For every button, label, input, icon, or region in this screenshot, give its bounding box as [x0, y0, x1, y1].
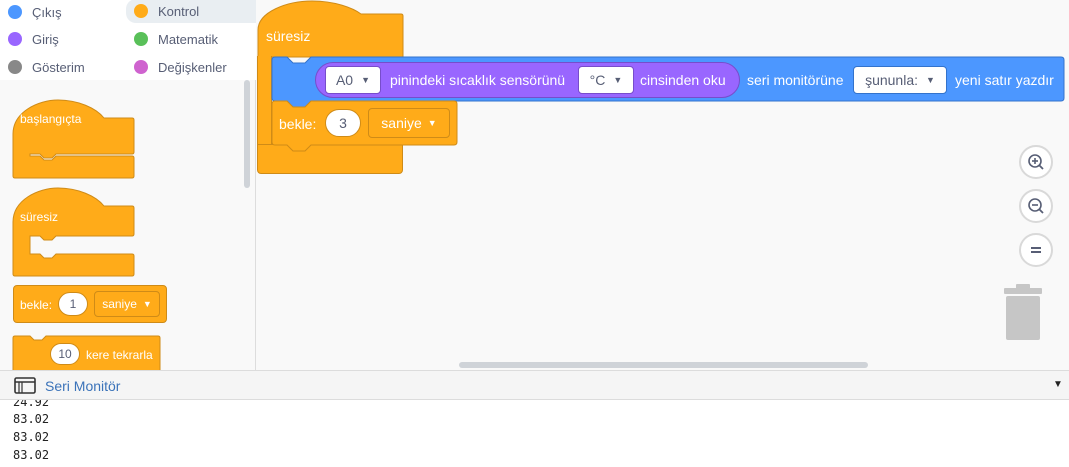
- block-flyout: başlangıçta süresiz bekle: 1 saniye ▼ 10…: [0, 80, 256, 370]
- wait-unit-value: saniye: [102, 297, 137, 311]
- chevron-down-icon: ▼: [613, 75, 623, 85]
- workspace-wait-label: bekle:: [279, 116, 317, 132]
- serial-monitor-title: Seri Monitör: [45, 378, 121, 394]
- wait-block-label: bekle:: [20, 298, 53, 312]
- zoom-reset-button[interactable]: [1019, 233, 1053, 267]
- serial-output-line: 83.02: [13, 448, 50, 462]
- zoom-in-icon: [1028, 154, 1044, 170]
- workspace-wait-seconds-value: 3: [339, 115, 347, 131]
- start-block-label: başlangıçta: [20, 112, 82, 126]
- category-display-dot-icon: [8, 60, 22, 74]
- unit-dropdown[interactable]: °C ▼: [578, 66, 634, 94]
- pin-value: A0: [335, 72, 354, 88]
- print-mode-value: şununla:: [865, 72, 918, 88]
- flyout-scrollbar[interactable]: [244, 80, 250, 188]
- workspace-horizontal-scrollbar[interactable]: [459, 362, 868, 368]
- category-input-dot-icon: [8, 32, 22, 46]
- forever-block[interactable]: [12, 186, 136, 278]
- forever-block-label: süresiz: [20, 210, 59, 224]
- chevron-down-icon: ▼: [142, 299, 152, 309]
- repeat-block-label: kere tekrarla: [86, 348, 153, 362]
- category-variables-dot-icon: [134, 60, 148, 74]
- category-input[interactable]: Giriş: [8, 27, 118, 51]
- chevron-down-icon: ▼: [361, 75, 371, 85]
- repeat-count-input[interactable]: 10: [50, 343, 80, 365]
- serial-text: seri monitörüne: [747, 72, 844, 88]
- chevron-down-icon: ▼: [427, 118, 437, 128]
- zoom-out-icon: [1028, 198, 1044, 214]
- zoom-reset-icon: [1031, 247, 1041, 253]
- serial-monitor-output: 24.92 83.02 83.02 83.02: [0, 400, 1069, 467]
- workspace-wait-unit-value: saniye: [381, 115, 422, 131]
- zoom-out-button[interactable]: [1019, 189, 1053, 223]
- block-editor-app: Çıkış Kontrol Giriş Matematik Gösterim D…: [0, 0, 1069, 467]
- category-control-dot-icon: [134, 4, 148, 18]
- serial-output-line: 24.92: [13, 400, 50, 409]
- sensor-text: pinindeki sıcaklık sensörünü: [390, 72, 566, 88]
- workspace-wait-unit-dropdown[interactable]: saniye ▼: [368, 108, 450, 138]
- read-text: cinsinden oku: [640, 72, 726, 88]
- category-display[interactable]: Gösterim: [8, 55, 118, 79]
- terminal-window-icon: [14, 377, 36, 394]
- print-mode-dropdown[interactable]: şununla: ▼: [853, 66, 947, 94]
- pin-dropdown[interactable]: A0 ▼: [325, 66, 381, 94]
- category-output-dot-icon: [8, 5, 22, 19]
- workspace-forever-label: süresiz: [266, 28, 311, 44]
- wait-unit-dropdown[interactable]: saniye ▼: [94, 291, 160, 317]
- category-math-dot-icon: [134, 32, 148, 46]
- chevron-down-icon: ▼: [926, 75, 935, 85]
- category-control[interactable]: Kontrol: [126, 0, 256, 23]
- repeat-count-value: 10: [58, 347, 72, 361]
- start-block[interactable]: [12, 98, 136, 180]
- newline-text: yeni satır yazdır: [955, 72, 1054, 88]
- serial-output-line: 83.02: [13, 412, 50, 426]
- category-label: Değişkenler: [158, 59, 227, 75]
- category-math[interactable]: Matematik: [134, 27, 254, 51]
- workspace-canvas[interactable]: süresiz A0 ▼ pinindeki sıcaklık sensörün…: [256, 0, 1069, 370]
- category-label: Çıkış: [32, 4, 62, 20]
- zoom-in-button[interactable]: [1019, 145, 1053, 179]
- forever-arm: [257, 56, 272, 152]
- category-label: Matematik: [158, 31, 218, 47]
- category-list: Çıkış Kontrol Giriş Matematik Gösterim D…: [0, 0, 256, 80]
- serial-output-line: 83.02: [13, 430, 50, 444]
- unit-value: °C: [589, 72, 606, 88]
- category-variables[interactable]: Değişkenler: [134, 55, 254, 79]
- category-output[interactable]: Çıkış: [8, 0, 118, 24]
- trash-can-icon[interactable]: [1000, 284, 1046, 342]
- wait-seconds-input[interactable]: 1: [58, 292, 88, 316]
- wait-seconds-value: 1: [69, 297, 77, 311]
- workspace-wait-seconds-input[interactable]: 3: [325, 109, 361, 137]
- chevron-down-icon[interactable]: ▼: [1053, 379, 1063, 390]
- category-label: Gösterim: [32, 59, 85, 75]
- category-label: Kontrol: [158, 3, 200, 19]
- serial-monitor-header[interactable]: Seri Monitör ▼: [0, 370, 1069, 400]
- category-label: Giriş: [32, 31, 59, 47]
